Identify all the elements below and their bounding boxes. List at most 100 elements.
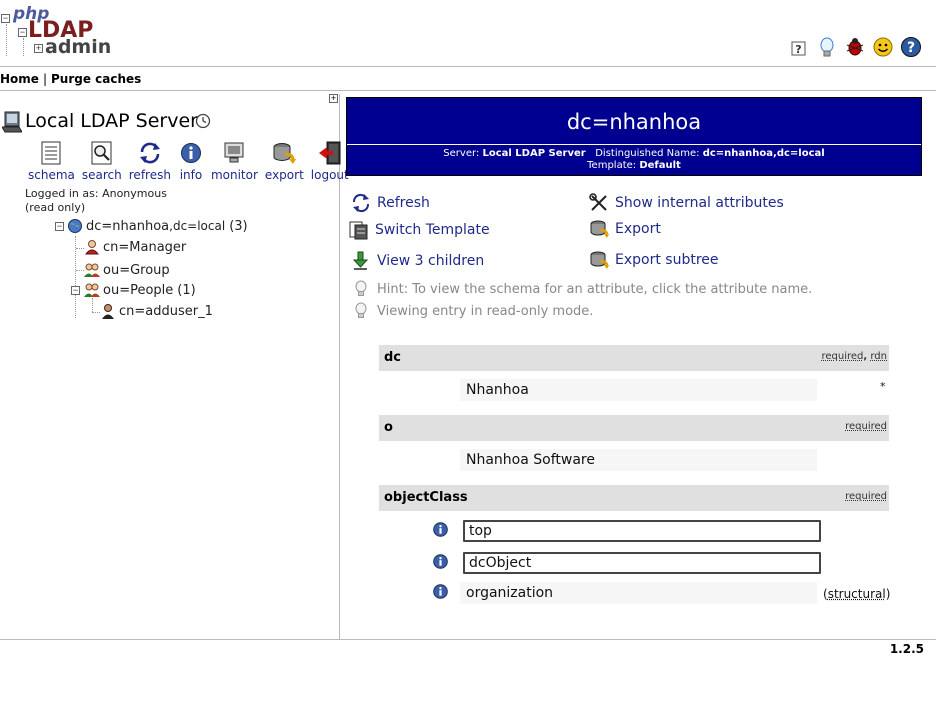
monitor-tool[interactable]: monitor (211, 140, 258, 182)
entry-title-box: dc=nhanhoa Server: Local LDAP Server Dis… (346, 97, 922, 176)
attribute-header-o: o required (379, 415, 889, 441)
info-icon (180, 143, 201, 163)
attribute-name[interactable]: objectClass (384, 490, 468, 505)
read-only-text: (read only) (25, 201, 86, 214)
tree-line (23, 38, 24, 56)
attribute-flags: required (845, 491, 887, 502)
tree-line (76, 270, 84, 271)
tool-label: schema (28, 168, 75, 182)
tree-item[interactable]: ou=Group (84, 262, 170, 278)
export-subtree-icon (590, 251, 609, 269)
tree-item[interactable]: ou=People (1) (84, 282, 196, 298)
tool-label: logout (310, 168, 349, 182)
tool-label: info (179, 168, 203, 182)
schema-hint: Hint: To view the schema for an attribut… (353, 280, 812, 298)
title-divider (347, 144, 921, 145)
tree-item-label[interactable]: cn=Manager (103, 240, 186, 255)
login-info: Logged in as: Anonymous (read only) (25, 187, 167, 215)
svg-text:?: ? (907, 40, 915, 56)
logged-in-as-text: Logged in as: Anonymous (25, 187, 167, 200)
structural-link[interactable]: structural (828, 587, 886, 601)
lightbulb-icon (355, 280, 367, 296)
tree-item-label[interactable]: ou=Group (103, 263, 170, 278)
tree-root-item[interactable]: dc=nhanhoa ,dc=local (3) (67, 218, 248, 234)
schema-tool[interactable]: schema (28, 140, 75, 182)
purge-caches-link[interactable]: Purge caches (51, 72, 141, 86)
show-internal-label: Show internal attributes (615, 195, 784, 211)
expand-icon: + (34, 43, 43, 53)
tree-item-label[interactable]: cn=adduser_1 (119, 304, 213, 319)
bug-icon[interactable] (844, 36, 866, 58)
nav-separator: | (42, 72, 47, 86)
tree-line (92, 312, 100, 313)
nav-divider (0, 90, 936, 91)
readonly-hint-text: Viewing entry in read-only mode. (377, 303, 594, 319)
structural-tag: (structural) (823, 587, 890, 601)
clock-icon[interactable] (195, 113, 211, 129)
tree-line (76, 248, 84, 249)
refresh-action[interactable]: Refresh (351, 193, 430, 213)
top-nav: Home | Purge caches (0, 72, 141, 86)
switch-template-label: Switch Template (375, 222, 490, 238)
export-subtree-action[interactable]: Export subtree (589, 250, 719, 270)
schema-icon (41, 141, 61, 165)
attribute-header-objectclass: objectClass required (379, 485, 889, 511)
collapse-icon[interactable]: − (71, 286, 80, 295)
entry-meta: Server: Local LDAP Server Distinguished … (347, 148, 921, 172)
refresh-label: Refresh (377, 195, 430, 211)
entry-dn-title: dc=nhanhoa (566, 110, 702, 134)
tool-label: refresh (128, 168, 171, 182)
logout-tool[interactable]: logout (311, 140, 349, 182)
attribute-flags: required (845, 421, 887, 432)
collapse-icon[interactable]: − (55, 222, 64, 231)
view-children-label: View 3 children (377, 253, 485, 269)
info-icon[interactable] (433, 584, 448, 599)
question-icon[interactable]: ? (900, 36, 922, 58)
help-icon[interactable]: ? (788, 36, 810, 58)
objectclass-value-text: organization (466, 585, 554, 601)
switch-template-icon (349, 221, 368, 240)
schema-hint-text: Hint: To view the schema for an attribut… (377, 281, 813, 297)
required-flag: required (845, 421, 887, 432)
logo-admin-text: admin (45, 36, 112, 58)
rdn-marker: * (880, 380, 886, 393)
objectclass-value-field[interactable]: top (463, 520, 821, 542)
refresh-tool[interactable]: refresh (129, 140, 171, 182)
objectclass-value-field[interactable]: dcObject (463, 552, 821, 574)
show-internal-attributes-action[interactable]: Show internal attributes (589, 193, 784, 213)
export-tool[interactable]: export (265, 140, 304, 182)
dn-value: dc=nhanhoa,dc=local (702, 148, 825, 159)
tree-item[interactable]: cn=adduser_1 (100, 303, 213, 319)
phpldapadmin-logo[interactable]: − − + php LDAP admin (0, 4, 112, 60)
lightbulb-icon (355, 302, 367, 318)
server-value: Local LDAP Server (482, 148, 586, 159)
attribute-value-o: Nhanhoa Software (466, 452, 595, 468)
search-tool[interactable]: search (82, 140, 122, 182)
tree-root-label[interactable]: dc=nhanhoa (86, 219, 169, 234)
view-children-action[interactable]: View 3 children (351, 251, 484, 271)
attribute-name[interactable]: dc (384, 350, 401, 365)
tree-root-count: (3) (229, 218, 248, 234)
attribute-name[interactable]: o (384, 420, 393, 435)
collapse-icon: − (18, 27, 27, 37)
info-icon[interactable] (433, 554, 448, 569)
search-icon (91, 141, 112, 165)
user-icon (84, 240, 100, 255)
expand-panel-icon[interactable]: + (329, 94, 338, 103)
server-label: Server: (443, 148, 480, 159)
home-link[interactable]: Home (0, 72, 39, 86)
globe-icon (68, 219, 82, 233)
tree-item-label[interactable]: ou=People (103, 283, 173, 298)
info-icon[interactable] (433, 522, 448, 537)
tree-item[interactable]: cn=Manager (84, 239, 186, 255)
lightbulb-icon[interactable] (816, 36, 838, 58)
switch-template-action[interactable]: Switch Template (349, 220, 490, 240)
info-tool[interactable]: info (178, 140, 204, 182)
smiley-icon[interactable] (872, 36, 894, 58)
structural-paren-close: ) (885, 587, 891, 601)
arrow-down-icon (352, 251, 369, 270)
tool-label: export (264, 168, 304, 182)
export-action[interactable]: Export (589, 219, 661, 239)
rdn-flag: rdn (870, 351, 887, 362)
logout-icon (318, 141, 341, 165)
